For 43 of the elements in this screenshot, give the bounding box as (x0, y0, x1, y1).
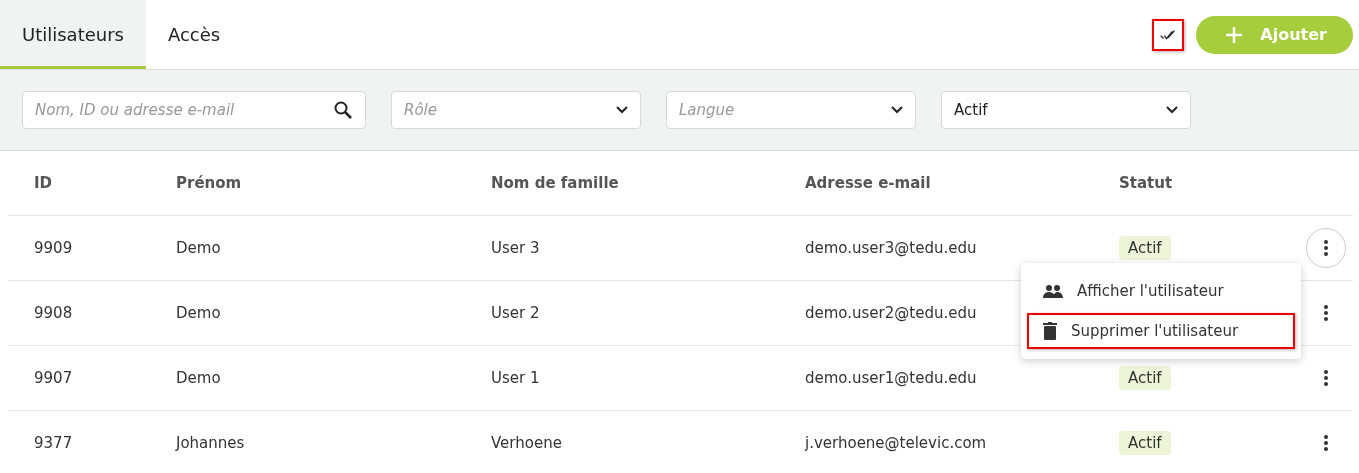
tab[interactable]: Utilisateurs (0, 0, 146, 69)
table-cell: 9908 (34, 304, 73, 322)
menu-item[interactable]: Afficher l'utilisateur (1027, 273, 1295, 309)
column-header: Prénom (176, 174, 242, 192)
double-check-button[interactable] (1152, 18, 1185, 51)
search-icon (334, 101, 352, 119)
table-cell: Demo (176, 239, 221, 257)
table-cell: 9377 (34, 434, 73, 452)
table-cell: Demo (176, 369, 221, 387)
vertical-dots-icon (1324, 370, 1328, 386)
trash-icon (1043, 322, 1057, 340)
table-cell: demo.user3@tedu.edu (805, 239, 977, 257)
table-cell: demo.user1@tedu.edu (805, 369, 977, 387)
chevron-down-icon (616, 106, 628, 114)
people-icon (1043, 284, 1063, 298)
status-badge: Actif (1119, 236, 1171, 260)
tab[interactable]: Accès (145, 0, 243, 69)
vertical-dots-icon (1324, 240, 1328, 256)
chevron-down-icon (891, 106, 903, 114)
more-options-button[interactable] (1306, 228, 1346, 268)
column-header: ID (34, 174, 53, 192)
vertical-dots-icon (1324, 435, 1328, 451)
table-cell: Demo (176, 304, 221, 322)
column-header: Nom de famille (491, 174, 619, 192)
table-cell: User 3 (491, 239, 540, 257)
table-cell: demo.user2@tedu.edu (805, 304, 977, 322)
chevron-down-icon (1166, 106, 1178, 114)
table-cell: Verhoene (491, 434, 562, 452)
status-badge: Actif (1119, 431, 1171, 455)
dropdown-field[interactable]: Actif (941, 91, 1191, 129)
plus-icon (1226, 26, 1243, 43)
vertical-dots-icon (1324, 305, 1328, 321)
table-cell: j.verhoene@televic.com (805, 434, 987, 452)
column-header: Adresse e-mail (805, 174, 931, 192)
table-cell: User 1 (491, 369, 540, 387)
menu-item[interactable]: Supprimer l'utilisateur (1027, 313, 1295, 349)
column-header: Statut (1119, 174, 1173, 192)
table-cell: 9907 (34, 369, 73, 387)
table-cell: Johannes (176, 434, 245, 452)
table-cell: User 2 (491, 304, 540, 322)
search-field[interactable]: Nom, ID ou adresse e-mail (22, 91, 366, 129)
table-cell: 9909 (34, 239, 73, 257)
status-badge: Actif (1119, 366, 1171, 390)
